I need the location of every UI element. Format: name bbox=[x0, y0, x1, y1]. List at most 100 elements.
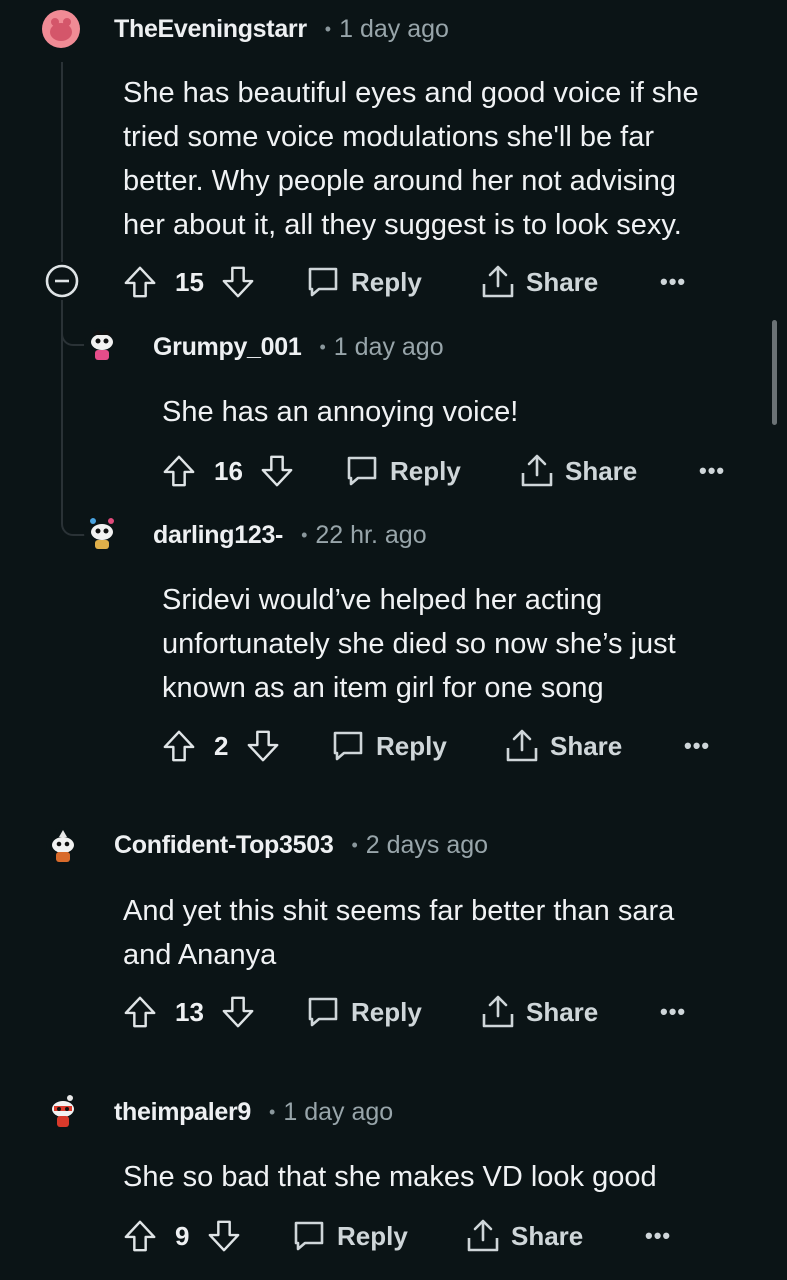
comment-actions: 9 Reply Share ••• bbox=[123, 1216, 763, 1256]
comment-meta: Grumpy_001 • 1 day ago bbox=[153, 328, 444, 366]
downvote-button[interactable] bbox=[221, 992, 255, 1032]
avatar-snoo-icon bbox=[91, 330, 113, 360]
thread-line bbox=[61, 62, 63, 262]
separator-dot: • bbox=[324, 18, 332, 39]
comment-text: And yet this shit seems far better than … bbox=[123, 895, 675, 971]
comment-actions: 15 Reply Share ••• bbox=[123, 262, 763, 302]
downvote-icon bbox=[260, 454, 294, 488]
separator-dot: • bbox=[319, 336, 326, 357]
downvote-icon bbox=[246, 729, 280, 763]
reply-bubble-icon bbox=[291, 1218, 327, 1254]
reply-bubble-icon bbox=[344, 453, 380, 489]
reply-bubble-icon bbox=[305, 264, 341, 300]
comment-text: She has an annoying voice! bbox=[162, 396, 519, 428]
downvote-icon bbox=[221, 265, 255, 299]
reply-button[interactable]: Reply bbox=[291, 1216, 408, 1256]
reply-button[interactable]: Reply bbox=[344, 451, 461, 491]
share-button[interactable]: Share bbox=[480, 992, 598, 1032]
upvote-button[interactable] bbox=[162, 726, 196, 766]
username[interactable]: Grumpy_001 bbox=[153, 333, 302, 362]
comment-meta: TheEveningstarr • 1 day ago bbox=[114, 10, 449, 48]
upvote-button[interactable] bbox=[123, 992, 157, 1032]
scrollbar-thumb[interactable] bbox=[772, 320, 777, 425]
vote-count: 13 bbox=[175, 996, 204, 1027]
avatar[interactable] bbox=[46, 828, 80, 864]
separator-dot: • bbox=[351, 834, 358, 855]
avatar-snoo-icon bbox=[52, 1095, 74, 1127]
upvote-button[interactable] bbox=[123, 262, 157, 302]
separator-dot: • bbox=[301, 524, 308, 545]
downvote-button[interactable] bbox=[246, 726, 280, 766]
reply-bubble-icon bbox=[330, 728, 366, 764]
avatar-snoo-icon bbox=[90, 518, 114, 549]
share-button[interactable]: Share bbox=[465, 1216, 583, 1256]
vote-count: 15 bbox=[175, 266, 204, 297]
comment-actions: 13 Reply Share ••• bbox=[123, 992, 763, 1032]
share-icon bbox=[504, 728, 540, 764]
reply-button[interactable]: Reply bbox=[305, 262, 422, 302]
reply-button[interactable]: Reply bbox=[330, 726, 447, 766]
upvote-icon bbox=[162, 729, 196, 763]
username[interactable]: TheEveningstarr bbox=[114, 15, 307, 44]
share-label: Share bbox=[511, 1220, 584, 1251]
downvote-icon bbox=[221, 995, 255, 1029]
comment-text: She so bad that she makes VD look good bbox=[123, 1161, 657, 1193]
share-icon bbox=[480, 994, 516, 1030]
username[interactable]: Confident-Top3503 bbox=[114, 831, 334, 860]
share-button[interactable]: Share bbox=[519, 451, 637, 491]
share-icon bbox=[480, 264, 516, 300]
timestamp: 1 day ago bbox=[339, 14, 449, 43]
timestamp: 22 hr. ago bbox=[315, 520, 427, 549]
timestamp: 2 days ago bbox=[365, 830, 489, 859]
downvote-button[interactable] bbox=[260, 451, 294, 491]
comment-actions: 16 Reply Share ••• bbox=[162, 451, 762, 491]
reply-label: Reply bbox=[351, 266, 422, 297]
timestamp: 1 day ago bbox=[333, 332, 444, 361]
share-icon bbox=[519, 453, 555, 489]
more-options-button[interactable]: ••• bbox=[684, 726, 710, 766]
avatar[interactable] bbox=[84, 327, 120, 363]
share-label: Share bbox=[565, 455, 638, 486]
share-button[interactable]: Share bbox=[504, 726, 622, 766]
username[interactable]: darling123- bbox=[153, 521, 283, 550]
username[interactable]: theimpaler9 bbox=[114, 1098, 251, 1127]
share-label: Share bbox=[550, 730, 623, 761]
upvote-icon bbox=[162, 454, 196, 488]
more-options-button[interactable]: ••• bbox=[660, 992, 686, 1032]
comment-actions: 2 Reply Share ••• bbox=[162, 726, 762, 766]
timestamp: 1 day ago bbox=[283, 1097, 394, 1126]
upvote-icon bbox=[123, 1219, 157, 1253]
reply-label: Reply bbox=[337, 1220, 408, 1251]
collapse-thread-button[interactable] bbox=[44, 263, 80, 299]
separator-dot: • bbox=[269, 1101, 276, 1122]
reply-button[interactable]: Reply bbox=[305, 992, 422, 1032]
avatar[interactable] bbox=[46, 1093, 80, 1129]
downvote-button[interactable] bbox=[221, 262, 255, 302]
comment-text: Sridevi would’ve helped her acting unfor… bbox=[162, 584, 676, 704]
upvote-button[interactable] bbox=[162, 451, 196, 491]
comment-meta: darling123- • 22 hr. ago bbox=[153, 516, 427, 554]
more-options-button[interactable]: ••• bbox=[660, 262, 686, 302]
vote-count: 2 bbox=[214, 730, 229, 761]
vote-count: 9 bbox=[175, 1220, 190, 1251]
reply-label: Reply bbox=[376, 730, 447, 761]
upvote-button[interactable] bbox=[123, 1216, 157, 1256]
share-icon bbox=[465, 1218, 501, 1254]
share-button[interactable]: Share bbox=[480, 262, 598, 302]
comment-text: She has beautiful eyes and good voice if… bbox=[123, 77, 699, 241]
comment-meta: theimpaler9 • 1 day ago bbox=[114, 1093, 393, 1131]
downvote-button[interactable] bbox=[207, 1216, 241, 1256]
upvote-icon bbox=[123, 995, 157, 1029]
thread-line bbox=[61, 340, 63, 522]
downvote-icon bbox=[207, 1219, 241, 1253]
avatar-snoo-icon bbox=[52, 830, 74, 862]
share-label: Share bbox=[526, 266, 599, 297]
more-options-button[interactable]: ••• bbox=[645, 1216, 671, 1256]
collapse-minus-icon bbox=[45, 264, 79, 298]
avatar[interactable] bbox=[84, 515, 120, 551]
avatar[interactable] bbox=[42, 10, 80, 48]
share-label: Share bbox=[526, 996, 599, 1027]
reply-label: Reply bbox=[390, 455, 461, 486]
comment-meta: Confident-Top3503 • 2 days ago bbox=[114, 826, 488, 864]
more-options-button[interactable]: ••• bbox=[699, 451, 725, 491]
